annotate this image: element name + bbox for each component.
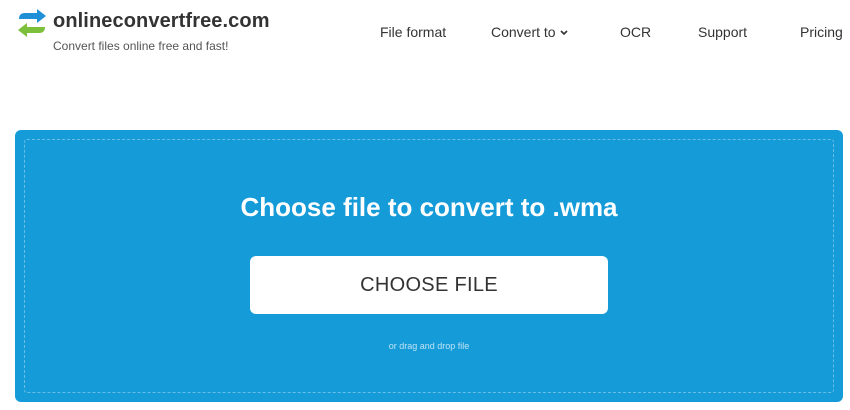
- nav-file-format[interactable]: File format: [380, 24, 446, 40]
- nav-ocr[interactable]: OCR: [620, 24, 651, 40]
- chevron-down-icon: [560, 30, 568, 36]
- nav-pricing[interactable]: Pricing: [800, 24, 843, 40]
- drag-drop-hint: or drag and drop file: [388, 341, 470, 351]
- file-drop-zone[interactable]: Choose file to convert to .wma CHOOSE FI…: [15, 130, 843, 402]
- site-header: onlineconvertfree.com Convert files onli…: [0, 0, 850, 70]
- nav-support[interactable]: Support: [698, 24, 747, 40]
- main-nav: File format Convert to OCR Support Prici…: [0, 24, 850, 44]
- choose-file-button[interactable]: CHOOSE FILE: [250, 256, 608, 314]
- nav-convert-to-label: Convert to: [491, 24, 556, 40]
- upload-title: Choose file to convert to .wma: [240, 192, 618, 222]
- nav-convert-to[interactable]: Convert to: [491, 24, 568, 40]
